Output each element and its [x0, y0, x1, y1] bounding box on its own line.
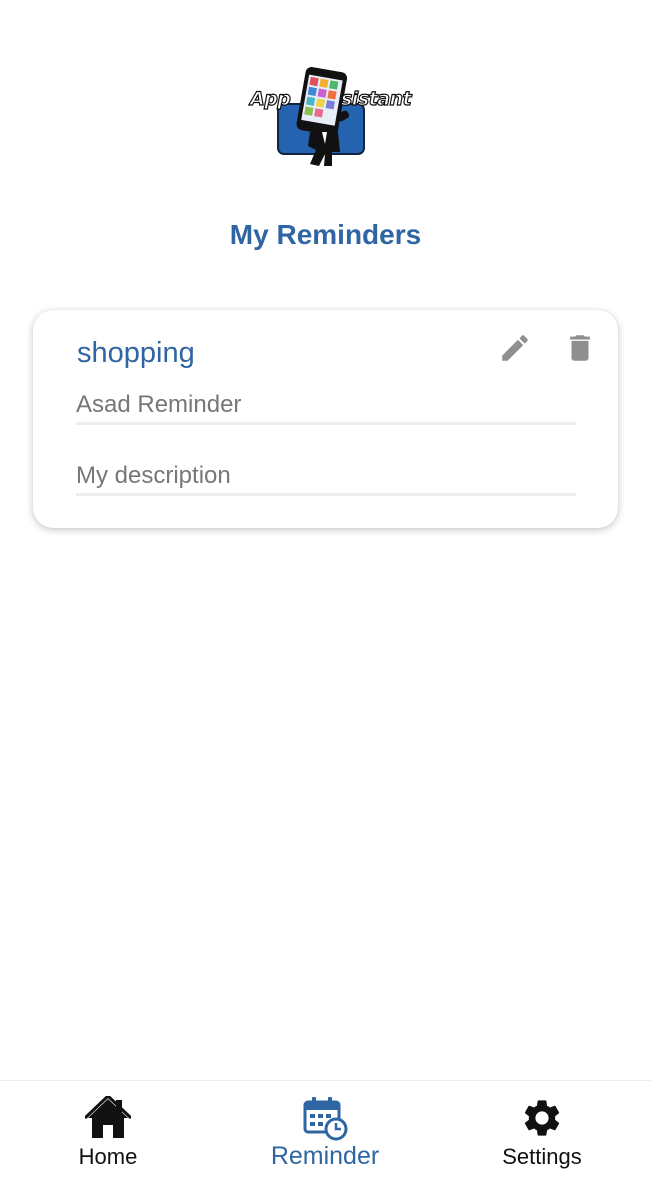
- reminder-description-field[interactable]: [76, 461, 576, 496]
- reminder-title: shopping: [77, 337, 195, 369]
- reminder-card: shopping: [33, 310, 618, 528]
- nav-reminder-label: Reminder: [270, 1142, 380, 1170]
- logo-graphic: [277, 66, 365, 166]
- page-title: My Reminders: [229, 219, 422, 250]
- logo-word-right: sistant: [340, 88, 412, 110]
- delete-button[interactable]: [560, 328, 600, 368]
- app-logo: App sistant: [248, 66, 412, 170]
- nav-settings[interactable]: Settings: [482, 1081, 602, 1182]
- nav-settings-label: Settings: [502, 1144, 582, 1169]
- reminder-name-input[interactable]: [76, 390, 576, 420]
- edit-button[interactable]: [495, 328, 535, 368]
- logo-word-left: App: [249, 88, 291, 110]
- nav-home[interactable]: Home: [48, 1081, 168, 1182]
- pencil-icon: [502, 335, 528, 361]
- gear-icon: [517, 1095, 567, 1141]
- calendar-clock-icon: [300, 1095, 350, 1141]
- reminder-description-input[interactable]: [76, 461, 576, 491]
- home-icon: [83, 1095, 133, 1141]
- bottom-navigation: Home Reminder Settings: [0, 1080, 651, 1182]
- nav-reminder[interactable]: Reminder: [255, 1081, 395, 1182]
- reminder-name-field[interactable]: [76, 390, 576, 425]
- nav-home-label: Home: [78, 1144, 138, 1169]
- trash-icon: [570, 335, 590, 361]
